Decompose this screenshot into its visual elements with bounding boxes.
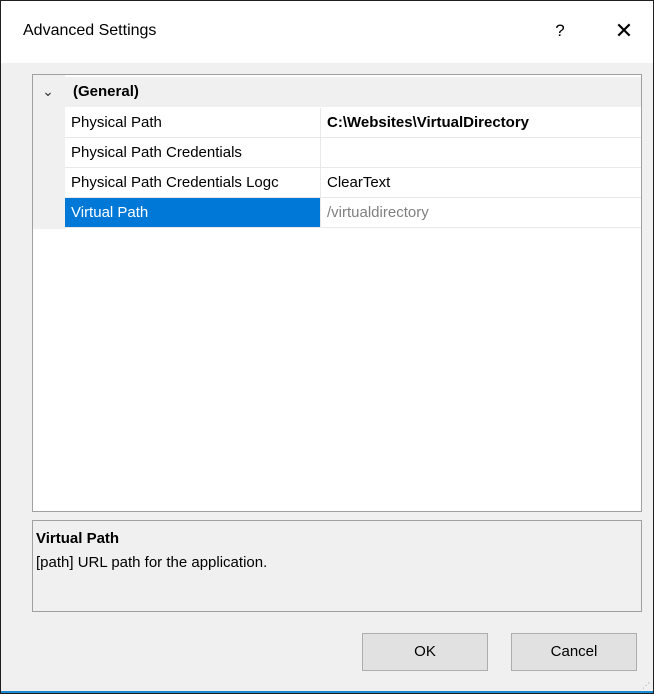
window-bottom-border (1, 691, 653, 693)
category-general[interactable]: ⌄ (General) (33, 77, 641, 107)
description-title: Virtual Path (36, 530, 120, 547)
property-row-physical-path-credentials[interactable]: Physical Path Credentials (65, 138, 641, 168)
close-button[interactable]: ✕ (607, 14, 641, 48)
advanced-settings-dialog: Advanced Settings ? ✕ ⌄ (General) Physic… (0, 0, 654, 694)
property-value[interactable]: C:\Websites\VirtualDirectory (327, 108, 639, 137)
property-name[interactable]: Physical Path Credentials (65, 138, 321, 167)
dialog-title: Advanced Settings (23, 22, 157, 39)
category-label: (General) (73, 83, 139, 100)
property-row-virtual-path[interactable]: Virtual Path /virtualdirectory (65, 198, 641, 228)
property-name[interactable]: Physical Path (65, 108, 321, 137)
property-row-physical-path-credentials-logon[interactable]: Physical Path Credentials Logc ClearText (65, 168, 641, 198)
chevron-down-icon[interactable]: ⌄ (39, 81, 57, 101)
description-panel: Virtual Path [path] URL path for the app… (32, 520, 642, 612)
property-grid[interactable]: ⌄ (General) Physical Path C:\Websites\Vi… (32, 74, 642, 512)
property-value[interactable]: ClearText (327, 168, 639, 197)
resize-grip-icon[interactable]: ⋰ (642, 682, 650, 690)
title-bar: Advanced Settings ? ✕ (1, 1, 653, 63)
property-value[interactable]: /virtualdirectory (327, 198, 639, 227)
property-name[interactable]: Physical Path Credentials Logc (65, 168, 321, 197)
description-text: [path] URL path for the application. (36, 554, 268, 571)
property-row-physical-path[interactable]: Physical Path C:\Websites\VirtualDirecto… (65, 108, 641, 138)
close-icon: ✕ (614, 18, 634, 43)
help-button[interactable]: ? (543, 14, 577, 48)
property-name[interactable]: Virtual Path (65, 198, 321, 227)
cancel-button[interactable]: Cancel (511, 633, 637, 671)
property-value[interactable] (327, 138, 639, 167)
ok-button[interactable]: OK (362, 633, 488, 671)
